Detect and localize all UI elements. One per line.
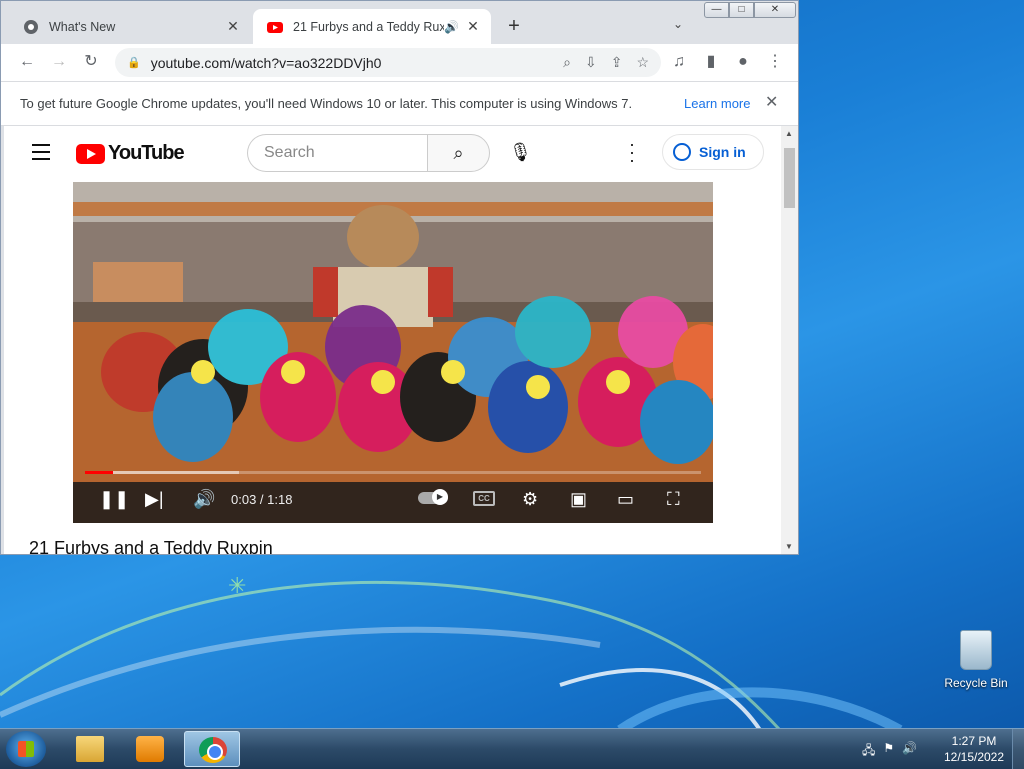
youtube-wordmark: YouTube xyxy=(108,142,185,164)
side-panel-icon[interactable]: ▮ xyxy=(701,52,721,72)
tab-whats-new[interactable]: What's New ✕ xyxy=(9,9,251,44)
svg-text:✳: ✳ xyxy=(228,573,246,598)
start-button[interactable] xyxy=(6,731,46,767)
learn-more-link[interactable]: Learn more xyxy=(684,96,750,111)
volume-icon[interactable]: 🔊 xyxy=(902,741,917,762)
forward-button[interactable]: → xyxy=(49,52,69,72)
bookmark-star-icon[interactable]: ☆ xyxy=(636,54,649,71)
hamburger-menu-icon[interactable] xyxy=(32,144,50,165)
captions-button[interactable]: CC xyxy=(473,491,495,506)
account-icon xyxy=(673,143,691,161)
media-controls-icon[interactable]: ♫ xyxy=(669,52,689,72)
tab-close-icon[interactable]: ✕ xyxy=(465,18,481,35)
volume-icon[interactable]: 🔊 xyxy=(193,489,215,510)
address-bar[interactable]: 🔒 youtube.com/watch?v=ao322DDVjh0 ⌕ ⇩ ⇪ … xyxy=(115,48,661,77)
scroll-up-icon[interactable]: ▲ xyxy=(785,129,793,138)
chrome-icon xyxy=(199,737,227,763)
tab-search-button[interactable]: ⌄ xyxy=(673,17,683,31)
tab-strip: What's New ✕ 21 Furbys and a Teddy Ruxpi… xyxy=(1,1,798,44)
search-button[interactable]: ⌕ xyxy=(427,134,490,172)
action-center-flag-icon[interactable]: ⚑ xyxy=(883,741,894,762)
media-player-icon xyxy=(136,736,164,762)
chrome-icon xyxy=(24,19,38,34)
taskbar-chrome[interactable] xyxy=(184,731,240,767)
minimize-button[interactable]: — xyxy=(704,2,729,18)
video-player[interactable]: ❚❚ ▶| 🔊 0:03 / 1:18 CC ⚙ ▣ ▭ ⛶ xyxy=(73,182,713,523)
progress-bar[interactable] xyxy=(85,471,701,474)
youtube-logo[interactable]: YouTube xyxy=(76,142,185,165)
new-tab-button[interactable]: + xyxy=(504,15,524,38)
settings-gear-icon[interactable]: ⚙ xyxy=(522,489,538,510)
scrollbar-thumb[interactable] xyxy=(784,148,795,208)
menu-dots-icon[interactable]: ⋮ xyxy=(765,52,785,72)
install-icon[interactable]: ⇩ xyxy=(585,54,597,71)
back-button[interactable]: ← xyxy=(17,52,37,72)
autoplay-toggle[interactable] xyxy=(418,489,448,505)
close-window-button[interactable]: ✕ xyxy=(754,2,796,18)
progress-played xyxy=(85,471,113,474)
window-controls: — □ ✕ xyxy=(704,2,796,18)
share-icon[interactable]: ⇪ xyxy=(611,54,623,71)
theater-mode-icon[interactable]: ▭ xyxy=(617,489,634,510)
tab-youtube-video[interactable]: 21 Furbys and a Teddy Ruxpin 🔊 ✕ xyxy=(253,9,491,44)
fullscreen-icon[interactable]: ⛶ xyxy=(667,489,680,510)
recycle-bin-icon xyxy=(960,630,992,670)
show-desktop-button[interactable] xyxy=(1012,729,1024,769)
infobar-close-icon[interactable]: ✕ xyxy=(765,92,778,112)
clock-time: 1:27 PM xyxy=(951,734,997,748)
reload-button[interactable]: ↻ xyxy=(81,52,101,72)
tab-close-icon[interactable]: ✕ xyxy=(225,18,241,35)
search-icon: ⌕ xyxy=(453,143,464,163)
lock-icon[interactable]: 🔒 xyxy=(127,56,141,69)
page-scrollbar[interactable]: ▲ ▼ xyxy=(781,126,798,554)
miniplayer-icon[interactable]: ▣ xyxy=(570,489,587,510)
taskbar: 🖧 ⚑ 🔊 1:27 PM 12/15/2022 xyxy=(0,728,1024,769)
folder-icon xyxy=(76,736,104,762)
tab-title: 21 Furbys and a Teddy Ruxpin xyxy=(293,19,445,34)
youtube-icon xyxy=(267,21,283,33)
sign-in-button[interactable]: Sign in xyxy=(662,134,764,170)
desktop-wallpaper: ✳ xyxy=(0,555,1024,730)
network-icon[interactable]: 🖧 xyxy=(862,741,875,762)
infobar-message: To get future Google Chrome updates, you… xyxy=(20,96,633,111)
pause-icon[interactable]: ❚❚ xyxy=(99,489,129,510)
microphone-icon[interactable]: 🎙 xyxy=(509,142,532,163)
scroll-down-icon[interactable]: ▼ xyxy=(785,542,793,551)
taskbar-media-player[interactable] xyxy=(122,731,178,767)
player-controls: ❚❚ ▶| 🔊 0:03 / 1:18 CC ⚙ ▣ ▭ ⛶ xyxy=(73,482,713,516)
speaker-icon[interactable]: 🔊 xyxy=(444,20,459,34)
sign-in-label: Sign in xyxy=(699,144,746,160)
tab-title: What's New xyxy=(49,19,116,34)
search-icon[interactable]: ⌕ xyxy=(563,54,571,71)
clock-date: 12/15/2022 xyxy=(943,750,1005,764)
browser-toolbar: ← → ↻ 🔒 youtube.com/watch?v=ao322DDVjh0 … xyxy=(1,44,798,81)
update-infobar: To get future Google Chrome updates, you… xyxy=(1,81,798,126)
search-input[interactable]: Search xyxy=(247,134,427,172)
time-display: 0:03 / 1:18 xyxy=(231,492,293,507)
clock[interactable]: 1:27 PM 12/15/2022 xyxy=(940,733,1008,765)
maximize-button[interactable]: □ xyxy=(729,2,754,18)
chrome-window: What's New ✕ 21 Furbys and a Teddy Ruxpi… xyxy=(0,0,799,555)
system-tray: 🖧 ⚑ 🔊 xyxy=(862,741,917,762)
taskbar-explorer[interactable] xyxy=(62,731,118,767)
youtube-play-icon xyxy=(76,143,105,164)
recycle-bin-desktop-icon[interactable]: Recycle Bin xyxy=(942,630,1010,690)
recycle-bin-label: Recycle Bin xyxy=(944,676,1008,690)
video-title: 21 Furbys and a Teddy Ruxpin xyxy=(29,538,273,554)
next-icon[interactable]: ▶| xyxy=(145,489,164,510)
page-viewport: YouTube Search ⌕ 🎙 · · · Sign in ❚❚ ▶| 🔊… xyxy=(4,126,781,554)
profile-icon[interactable]: ● xyxy=(733,52,753,72)
settings-dots-icon[interactable]: · · · xyxy=(629,135,635,169)
